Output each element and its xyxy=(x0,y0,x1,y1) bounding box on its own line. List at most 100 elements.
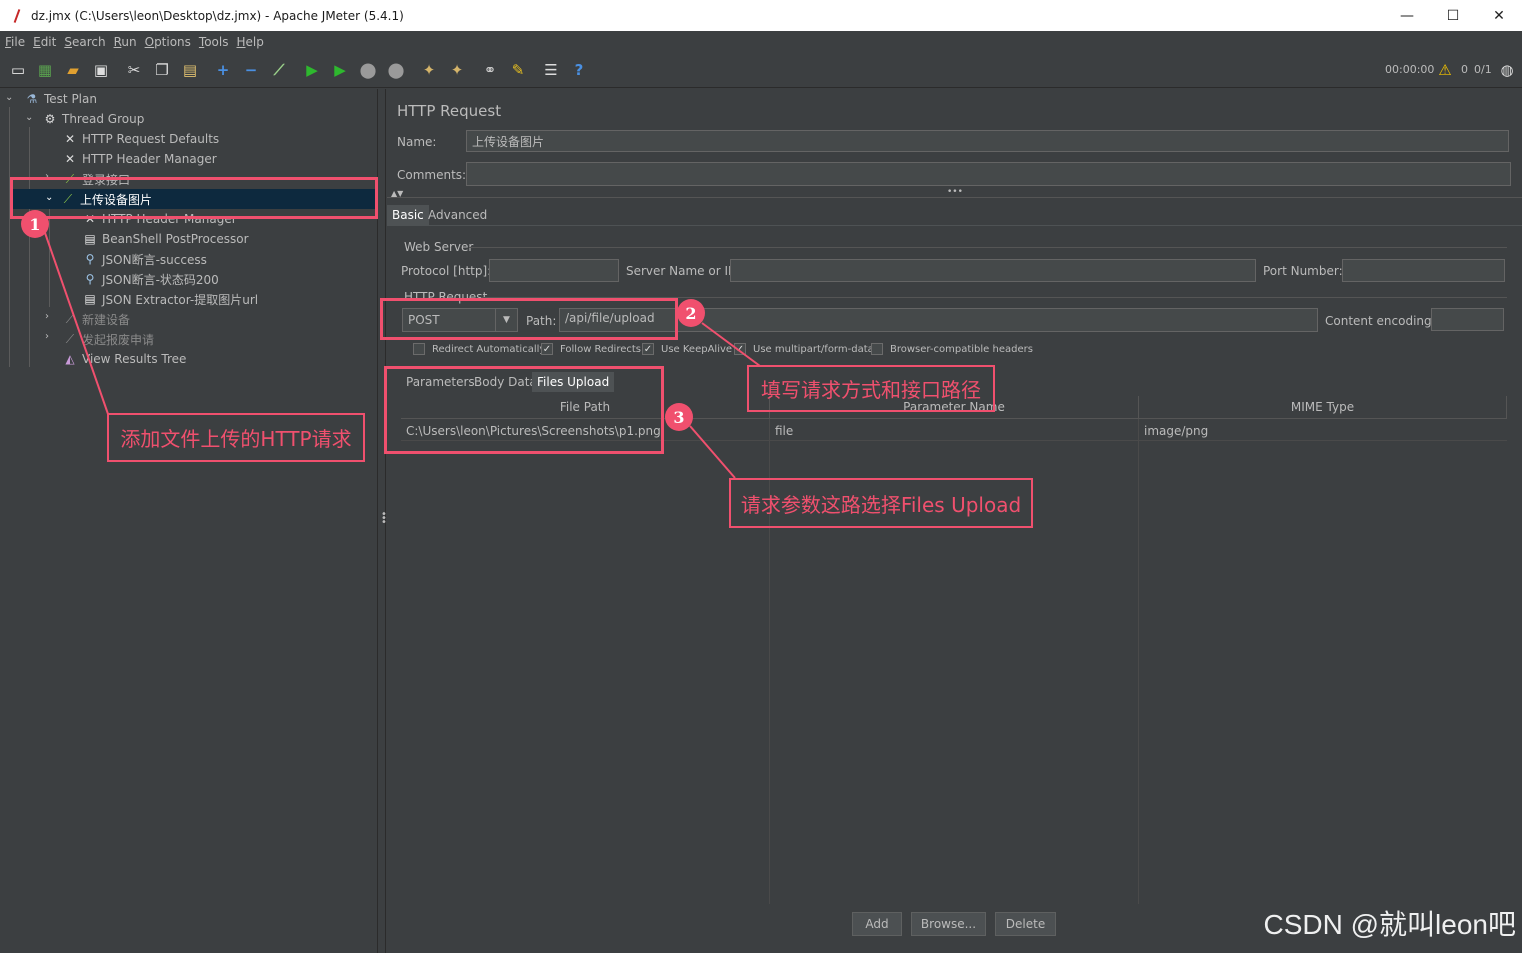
protocol-field[interactable] xyxy=(489,259,619,282)
check-icon: ✓ xyxy=(642,343,654,355)
highlight-method-path xyxy=(380,298,678,340)
mime-type-cell[interactable]: image/png xyxy=(1139,421,1507,441)
flask-icon: ⚗ xyxy=(26,92,38,106)
name-label: Name: xyxy=(397,135,437,149)
tree-item-json-assert-success[interactable]: ⚲ JSON断言-success xyxy=(82,249,207,269)
chevron-right-icon[interactable]: › xyxy=(45,311,49,322)
stop-icon[interactable]: ⬤ xyxy=(357,59,379,81)
drag-handle-icon[interactable]: ••• xyxy=(947,187,963,197)
use-keepalive-checkbox[interactable]: ✓ Use KeepAlive xyxy=(642,343,732,355)
csdn-watermark: CSDN @就叫leon吧 xyxy=(1263,909,1516,940)
gear-icon: ⚙ xyxy=(44,112,56,126)
comments-label: Comments: xyxy=(397,168,467,182)
pipette-icon: ⟋ xyxy=(65,331,75,346)
menu-help[interactable]: Help xyxy=(237,35,264,49)
tab-advanced[interactable]: Advanced xyxy=(423,205,492,225)
elapsed-timer: 00:00:00 xyxy=(1385,63,1435,76)
browse-button[interactable]: Browse... xyxy=(911,912,986,936)
menu-bar: File Edit Search Run Options Tools Help xyxy=(0,31,1522,53)
wrench-icon: ✕ xyxy=(64,132,76,146)
chart-icon: ◭ xyxy=(65,352,75,366)
menu-run[interactable]: Run xyxy=(114,35,137,49)
shutdown-icon[interactable]: ⬤ xyxy=(385,59,407,81)
browser-headers-checkbox[interactable]: Browser-compatible headers xyxy=(871,343,1033,355)
protocol-label: Protocol [http]: xyxy=(401,264,492,278)
annotation-note-3: 请求参数这路选择Files Upload xyxy=(729,478,1033,528)
magnifier-icon: ⚲ xyxy=(85,252,95,266)
document-icon: ▤ xyxy=(84,232,96,246)
port-field[interactable] xyxy=(1342,259,1505,282)
new-icon[interactable]: ▭ xyxy=(7,59,29,81)
minimize-button[interactable]: — xyxy=(1384,0,1430,31)
cut-icon[interactable]: ✂ xyxy=(123,59,145,81)
toggle-icon[interactable]: ⟋ xyxy=(268,59,290,81)
chevron-right-icon[interactable]: › xyxy=(45,331,49,342)
tree-item-results-tree[interactable]: ◭ View Results Tree xyxy=(62,349,186,369)
tree-item-new-device[interactable]: ⟋ 新建设备 xyxy=(62,309,130,329)
follow-redirects-checkbox[interactable]: ✓ Follow Redirects xyxy=(541,343,641,355)
document-icon: ▤ xyxy=(84,292,96,306)
clear-icon[interactable]: ✦ xyxy=(418,59,440,81)
tree-item-test-plan[interactable]: ⚗ Test Plan xyxy=(24,89,97,109)
warning-icon[interactable]: ⚠ xyxy=(1434,59,1456,81)
add-button[interactable]: Add xyxy=(852,912,902,936)
tree-item-http-defaults[interactable]: ✕ HTTP Request Defaults xyxy=(62,129,219,149)
tree-item-header-manager[interactable]: ✕ HTTP Header Manager xyxy=(62,149,217,169)
maximize-button[interactable]: ☐ xyxy=(1430,0,1476,31)
thread-count: 0/1 xyxy=(1474,63,1492,76)
highlight-upload-request xyxy=(10,177,378,219)
reset-search-icon[interactable]: ✎ xyxy=(507,59,529,81)
copy-icon[interactable]: ❐ xyxy=(151,59,173,81)
menu-options[interactable]: Options xyxy=(145,35,191,49)
highlight-files-upload xyxy=(384,366,664,454)
start-icon[interactable]: ▶ xyxy=(301,59,323,81)
content-encoding-label: Content encoding: xyxy=(1325,314,1436,328)
comments-field[interactable] xyxy=(466,162,1511,186)
remote-status-icon: ◍ xyxy=(1500,61,1514,79)
parameter-name-cell[interactable]: file xyxy=(770,421,1139,441)
save-icon[interactable]: ▣ xyxy=(90,59,112,81)
warning-count: 0 xyxy=(1461,63,1468,76)
tree-item-json-assert-status[interactable]: ⚲ JSON断言-状态码200 xyxy=(82,269,219,289)
open-icon[interactable]: ▰ xyxy=(62,59,84,81)
tree-item-apply-scrap[interactable]: ⟋ 发起报废申请 xyxy=(62,329,154,349)
function-helper-icon[interactable]: ☰ xyxy=(540,59,562,81)
title-bar: dz.jmx (C:\Users\leon\Desktop\dz.jmx) - … xyxy=(0,0,1522,31)
check-icon: ✓ xyxy=(734,343,746,355)
content-encoding-field[interactable] xyxy=(1431,308,1504,331)
paste-icon[interactable]: ▤ xyxy=(179,59,201,81)
column-mime-type[interactable]: MIME Type xyxy=(1139,396,1507,419)
port-label: Port Number: xyxy=(1263,264,1343,278)
chevron-down-icon[interactable]: ⌄ xyxy=(25,112,33,123)
annotation-note-2: 填写请求方式和接口路径 xyxy=(747,365,995,412)
help-icon[interactable]: ? xyxy=(568,59,590,81)
multipart-checkbox[interactable]: ✓ Use multipart/form-data xyxy=(734,343,874,355)
clear-all-icon[interactable]: ✦ xyxy=(446,59,468,81)
tree-item-thread-group[interactable]: ⚙ Thread Group xyxy=(42,109,145,129)
name-field[interactable]: 上传设备图片 xyxy=(466,130,1509,152)
magnifier-icon: ⚲ xyxy=(85,272,95,286)
split-pane-divider[interactable]: • • • xyxy=(377,89,387,953)
tree-item-json-extractor[interactable]: ▤ JSON Extractor-提取图片url xyxy=(82,289,258,309)
search-binoculars-icon[interactable]: ⚭ xyxy=(479,59,501,81)
redirect-auto-checkbox[interactable]: Redirect Automatically xyxy=(413,343,545,355)
delete-button[interactable]: Delete xyxy=(995,912,1056,936)
close-button[interactable]: ✕ xyxy=(1476,0,1522,31)
server-name-label: Server Name or IP: xyxy=(626,264,740,278)
collapse-icon[interactable]: − xyxy=(240,59,262,81)
tree-item-beanshell[interactable]: ▤ BeanShell PostProcessor xyxy=(82,229,248,249)
annotation-badge-3: 3 xyxy=(665,403,693,431)
menu-tools[interactable]: Tools xyxy=(199,35,229,49)
menu-edit[interactable]: Edit xyxy=(33,35,56,49)
templates-icon[interactable]: ▦ xyxy=(34,59,56,81)
expand-icon[interactable]: + xyxy=(212,59,234,81)
web-server-label: Web Server xyxy=(404,240,474,254)
chevron-down-icon[interactable]: ⌄ xyxy=(5,92,13,103)
wrench-icon: ✕ xyxy=(64,152,76,166)
toolbar: ▭ ▦ ▰ ▣ ✂ ❐ ▤ + − ⟋ ▶ ▶ ⬤ ⬤ ✦ ✦ ⚭ ✎ ☰ ? … xyxy=(0,53,1522,88)
menu-file[interactable]: File xyxy=(5,35,25,49)
server-name-field[interactable] xyxy=(730,259,1256,282)
start-no-pause-icon[interactable]: ▶ xyxy=(329,59,351,81)
menu-search[interactable]: Search xyxy=(64,35,105,49)
annotation-badge-2: 2 xyxy=(677,299,705,327)
